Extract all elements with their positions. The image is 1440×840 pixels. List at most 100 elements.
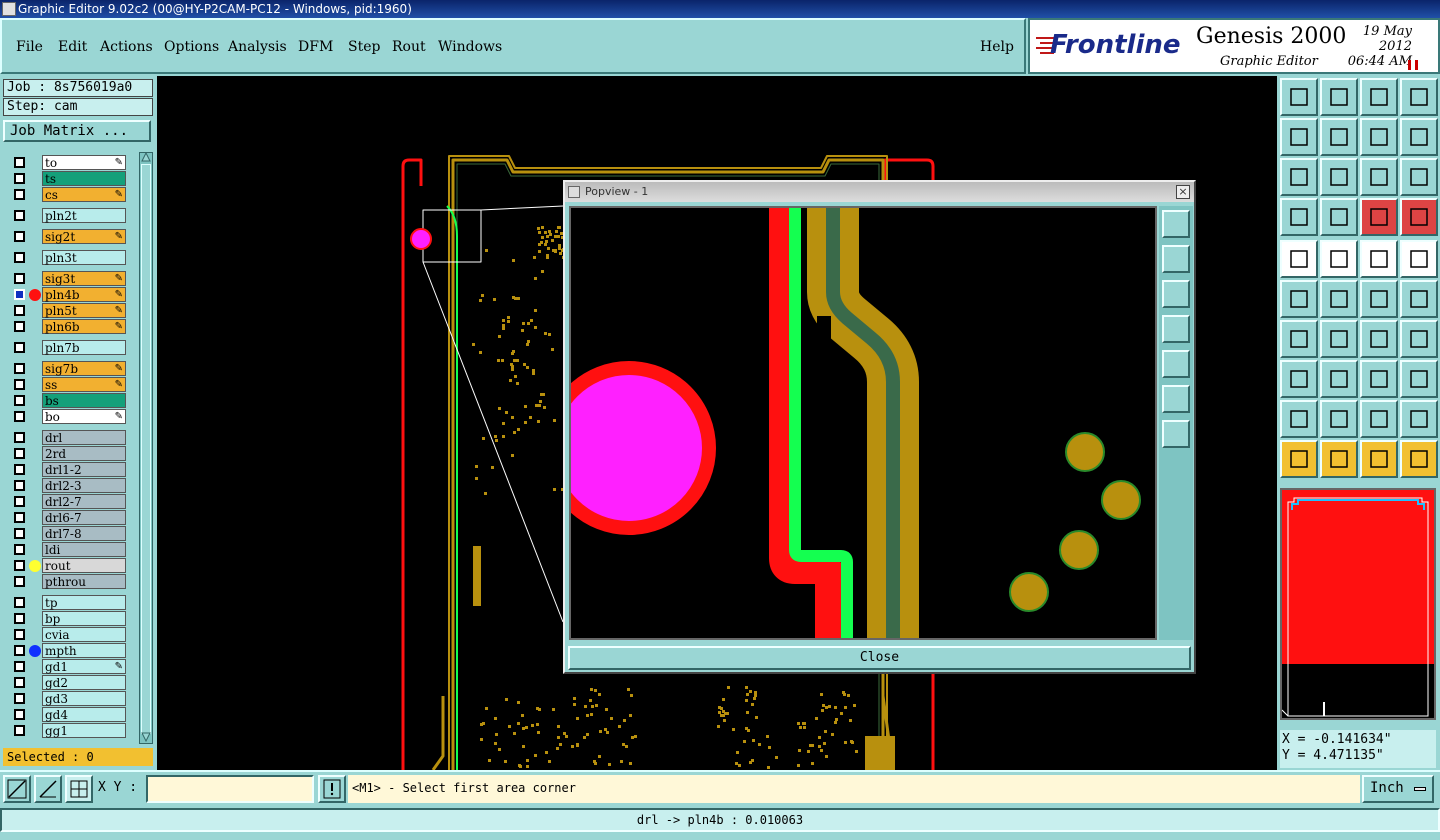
popview-zoom-window-button[interactable] (1162, 210, 1190, 238)
select-box-button[interactable] (1320, 440, 1358, 478)
add-pad-2-button[interactable] (1400, 280, 1438, 318)
layer-name[interactable]: drl (42, 430, 126, 445)
layer-checkbox[interactable] (14, 395, 25, 406)
layer-scrollbar-thumb[interactable] (141, 164, 151, 734)
layer-row[interactable]: drl6-7 (6, 510, 128, 525)
layer-checkbox[interactable] (14, 613, 25, 624)
layer-checkbox[interactable] (14, 210, 25, 221)
layer-row[interactable]: to ✎ (6, 155, 128, 170)
layer-row[interactable]: drl2-7 (6, 494, 128, 509)
pointer-button[interactable] (1280, 440, 1318, 478)
popview-zoom-in-button[interactable] (1162, 420, 1190, 448)
layer-name[interactable]: drl1-2 (42, 462, 126, 477)
layer-row[interactable]: sig3t ✎ (6, 271, 128, 286)
surface-button[interactable] (1400, 360, 1438, 398)
popview-zoom-out-button[interactable] (1162, 385, 1190, 413)
split-view-button[interactable] (1400, 78, 1438, 116)
layer-checkbox[interactable] (14, 273, 25, 284)
layer-name[interactable]: drl7-8 (42, 526, 126, 541)
layer-checkbox[interactable] (14, 544, 25, 555)
layer-row[interactable]: pln7b (6, 340, 128, 355)
help-button[interactable] (1400, 158, 1438, 196)
layer-row[interactable]: bo ✎ (6, 409, 128, 424)
layer-checkbox[interactable] (14, 173, 25, 184)
layer-name[interactable]: 2rd (42, 446, 126, 461)
menu-dfm[interactable]: DFM (298, 39, 333, 55)
popview-pan-right-button[interactable] (1162, 350, 1190, 378)
layer-checkbox[interactable] (14, 448, 25, 459)
layer-name[interactable]: sig2t ✎ (42, 229, 126, 244)
ruler-button[interactable] (1360, 240, 1398, 278)
zoom-center-button[interactable] (1320, 158, 1358, 196)
layer-row[interactable]: mpth (6, 643, 128, 658)
dimension-button[interactable] (1360, 360, 1398, 398)
layer-row[interactable]: gd4 (6, 707, 128, 722)
units-dropdown[interactable]: Inch (1362, 775, 1434, 803)
menu-windows[interactable]: Windows (438, 39, 502, 55)
layer-row[interactable]: ss ✎ (6, 377, 128, 392)
line-break-button[interactable] (1320, 360, 1358, 398)
layer-row[interactable]: tp (6, 595, 128, 610)
popview-pan-left-button[interactable] (1162, 315, 1190, 343)
layer-checkbox[interactable] (14, 363, 25, 374)
layer-row[interactable]: gd3 (6, 691, 128, 706)
layer-checkbox[interactable] (14, 597, 25, 608)
pad-grid-button[interactable] (1280, 360, 1318, 398)
layer-name[interactable]: sig3t ✎ (42, 271, 126, 286)
layer-row[interactable]: sig2t ✎ (6, 229, 128, 244)
measure-button[interactable] (1320, 240, 1358, 278)
layer-name[interactable]: tp (42, 595, 126, 610)
layer-checkbox[interactable] (14, 528, 25, 539)
layer-checkbox[interactable] (14, 709, 25, 720)
scroll-up-icon[interactable] (141, 152, 151, 162)
layer-checkbox[interactable] (14, 496, 25, 507)
layer-row[interactable]: pln6b ✎ (6, 319, 128, 334)
layer-row[interactable]: pthrou (6, 574, 128, 589)
layer-name[interactable]: pln4b ✎ (42, 287, 126, 302)
alert-button[interactable] (318, 775, 346, 803)
layer-checkbox[interactable] (14, 464, 25, 475)
overview-map[interactable] (1280, 488, 1436, 720)
layer-checkbox[interactable] (14, 480, 25, 491)
layer-checkbox[interactable] (14, 379, 25, 390)
save-button[interactable] (1320, 78, 1358, 116)
zoom-1to1-button[interactable] (1360, 158, 1398, 196)
layer-row[interactable]: pln4b ✎ (6, 287, 128, 302)
layer-row[interactable]: bs (6, 393, 128, 408)
snap-diagonal-button[interactable] (3, 775, 31, 803)
display-pink-button[interactable] (1400, 198, 1438, 236)
layer-name[interactable]: pln7b (42, 340, 126, 355)
layer-name[interactable]: pln6b ✎ (42, 319, 126, 334)
popview-close-icon[interactable]: × (1176, 185, 1190, 199)
layer-checkbox[interactable] (14, 305, 25, 316)
layer-checkbox[interactable] (14, 342, 25, 353)
layer-checkbox[interactable] (14, 677, 25, 688)
layer-name[interactable]: bs (42, 393, 126, 408)
popview-pan-up-button[interactable] (1162, 245, 1190, 273)
highlight-button[interactable] (1400, 240, 1438, 278)
select-point-button[interactable] (1280, 240, 1318, 278)
route-b-button[interactable] (1320, 400, 1358, 438)
layer-name[interactable]: sig7b ✎ (42, 361, 126, 376)
add-pad-button[interactable] (1360, 280, 1398, 318)
scroll-down-icon[interactable] (141, 732, 151, 742)
menu-analysis[interactable]: Analysis (228, 39, 287, 55)
line-button[interactable] (1320, 320, 1358, 358)
layer-checkbox[interactable] (14, 231, 25, 242)
undo-view-button[interactable] (1360, 118, 1398, 156)
layer-row[interactable]: drl1-2 (6, 462, 128, 477)
layer-name[interactable]: mpth (42, 643, 126, 658)
layer-name[interactable]: bp (42, 611, 126, 626)
layer-row[interactable]: pln2t (6, 208, 128, 223)
menu-step[interactable]: Step (348, 39, 380, 55)
layer-name[interactable]: ss ✎ (42, 377, 126, 392)
cross-button[interactable] (1320, 280, 1358, 318)
pan-left-button[interactable] (1280, 118, 1318, 156)
grid-button[interactable] (1320, 198, 1358, 236)
zoom-fit-button[interactable] (1280, 158, 1318, 196)
layer-name[interactable]: gd4 (42, 707, 126, 722)
features-button[interactable] (1280, 198, 1318, 236)
layer-checkbox[interactable] (14, 512, 25, 523)
layer-checkbox[interactable] (14, 189, 25, 200)
layer-name[interactable]: pln2t (42, 208, 126, 223)
